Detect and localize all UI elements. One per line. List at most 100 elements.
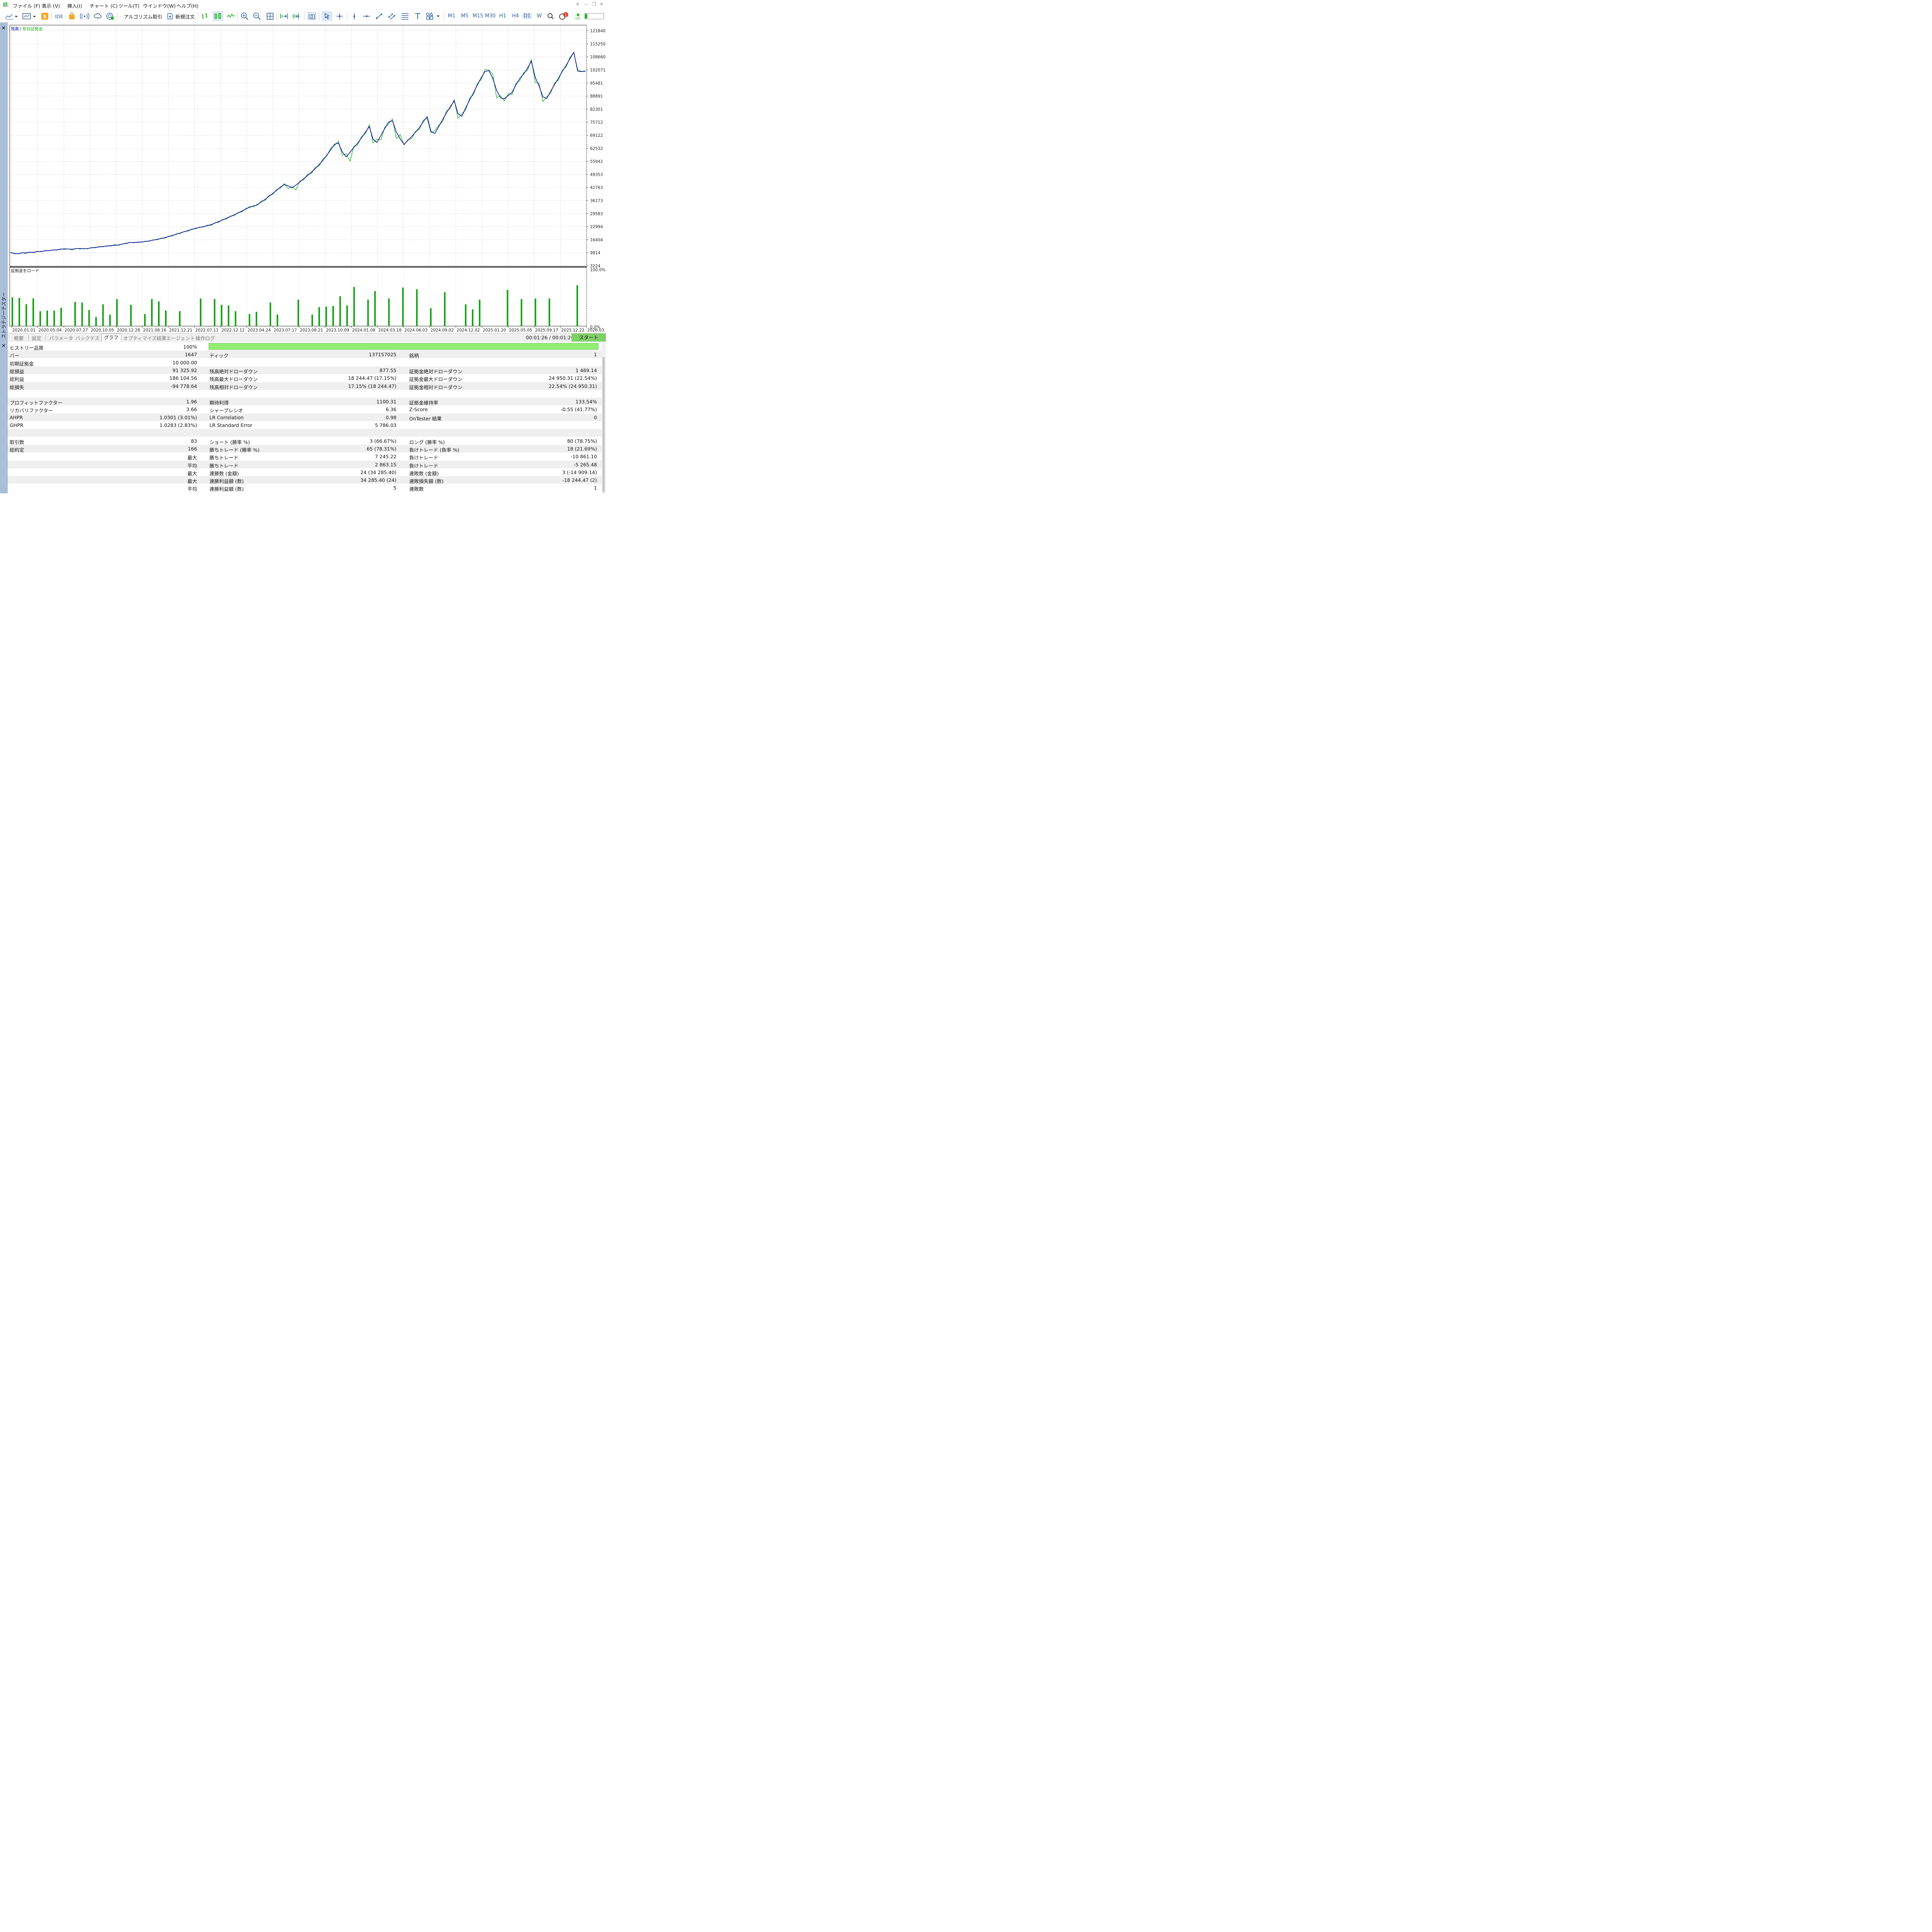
- fibonacci-button[interactable]: [400, 11, 410, 21]
- close-tester-icon[interactable]: ✕: [2, 343, 6, 349]
- margin-load-bar: [130, 304, 132, 326]
- shapes-button[interactable]: [425, 11, 441, 21]
- menu-insert[interactable]: 挿入(I): [67, 2, 82, 9]
- market-button[interactable]: [67, 11, 77, 21]
- results-value: 83: [191, 438, 197, 444]
- results-value: 100%: [183, 344, 197, 350]
- margin-load-bar: [235, 311, 236, 326]
- menu-window[interactable]: ウインドウ(W): [143, 2, 176, 9]
- results-value: 1 469.14: [575, 367, 597, 373]
- timeframe-m30[interactable]: M30: [485, 13, 496, 19]
- unpin-icon[interactable]: ✕: [576, 2, 580, 7]
- results-value: 1.0283 (2.83%): [159, 422, 197, 428]
- tab-settings[interactable]: 設定: [32, 334, 41, 342]
- menu-view[interactable]: 表示 (V): [42, 2, 60, 9]
- margin-load-bar: [12, 297, 13, 326]
- globe-add-icon: [106, 13, 114, 20]
- tab-overview[interactable]: 概要: [14, 334, 24, 342]
- algo-trading-button[interactable]: アルゴリズム取引: [121, 11, 162, 21]
- tab-backtest[interactable]: バックテスト: [75, 334, 104, 342]
- results-label: 連勝利益額 (数): [209, 486, 244, 492]
- margin-load-bar: [179, 311, 181, 326]
- results-scrollbar-thumb[interactable]: [602, 357, 605, 492]
- results-scrollbar[interactable]: [602, 342, 606, 493]
- crosshair-button[interactable]: [335, 11, 345, 21]
- margin-load-bar: [318, 307, 320, 326]
- results-label: バー: [10, 353, 20, 359]
- close-icon[interactable]: ✕: [600, 2, 604, 7]
- vertical-line-button[interactable]: [349, 11, 359, 21]
- screenshot-button[interactable]: [306, 11, 317, 21]
- timeframe-h1[interactable]: H1: [499, 13, 506, 19]
- x-tick-label: 2024.03.18: [378, 328, 401, 333]
- menu-chart[interactable]: チャート (C): [90, 2, 117, 9]
- tab-parameters[interactable]: パラメータ: [49, 334, 73, 342]
- timeframe-h4[interactable]: H4: [512, 13, 519, 19]
- minimize-icon[interactable]: −: [584, 2, 588, 7]
- tab-optimization-results[interactable]: オプティマイズ結果: [123, 334, 166, 342]
- results-row: 最大 連勝利益額 (数) 34 285.40 (24) 連敗損失額 (数) -18 24…: [8, 476, 602, 484]
- zoom-in-button[interactable]: [240, 11, 250, 21]
- cursor-arrow-icon: [325, 13, 330, 19]
- results-row: プロフィットファクター 1.96 期待利得 1100.31 証拠金維持率 133.54%: [8, 398, 602, 406]
- menu-help[interactable]: ヘルプ(H): [177, 2, 199, 9]
- candlestick-button[interactable]: [213, 11, 223, 21]
- tab-graph[interactable]: グラフ: [101, 333, 121, 342]
- tile-windows-button[interactable]: [265, 11, 275, 21]
- chart-type-button[interactable]: [3, 11, 20, 21]
- results-label: 証拠金絶対ドローダウン: [409, 368, 463, 374]
- margin-load-bar: [332, 306, 334, 326]
- vps-button[interactable]: [93, 11, 103, 21]
- cursor-button[interactable]: [321, 11, 332, 21]
- notifications-button[interactable]: 1: [558, 11, 570, 21]
- autoscroll-button[interactable]: [279, 11, 289, 21]
- zoom-out-button[interactable]: [252, 11, 262, 21]
- bar-chart-button[interactable]: [200, 11, 210, 21]
- start-button[interactable]: スタート: [571, 333, 606, 342]
- trading-button[interactable]: $: [40, 11, 49, 21]
- ide-button[interactable]: IDE: [54, 11, 64, 21]
- trendline-button[interactable]: [374, 11, 384, 21]
- signals-button[interactable]: [80, 11, 90, 21]
- margin-load-bar: [402, 287, 404, 326]
- margin-load-bar: [214, 299, 216, 326]
- svg-text:$: $: [43, 14, 46, 20]
- timeframe-w[interactable]: W: [537, 13, 542, 19]
- results-value: 3.66: [186, 406, 197, 413]
- horizontal-line-icon: [363, 15, 370, 17]
- timeframe-d1[interactable]: D1: [522, 13, 532, 19]
- restore-icon[interactable]: ❐: [592, 2, 596, 7]
- margin-load-bar: [465, 304, 467, 326]
- margin-load-max-label: 100.0%: [590, 268, 605, 272]
- search-button[interactable]: [546, 11, 555, 21]
- close-chart-icon[interactable]: ✕: [2, 26, 6, 31]
- margin-load-bar: [269, 302, 271, 326]
- timeframe-m15[interactable]: M15: [473, 13, 483, 19]
- channel-button[interactable]: [387, 11, 397, 21]
- results-value: 0.98: [386, 414, 396, 420]
- results-label: 連勝数 (金額): [209, 470, 239, 476]
- timeframe-m1[interactable]: M1: [448, 13, 456, 19]
- legend-balance: 残高: [11, 26, 19, 31]
- text-button[interactable]: [413, 11, 423, 21]
- menu-tools[interactable]: ツール(T): [118, 2, 139, 9]
- new-order-button[interactable]: 新規注文: [165, 11, 196, 21]
- results-label: 負けトレード (負率 %): [409, 447, 459, 453]
- results-value: 65 (78.31%): [366, 446, 396, 452]
- templates-button[interactable]: [22, 11, 38, 21]
- menu-file[interactable]: ファイル (F): [13, 2, 40, 9]
- timeframe-m5[interactable]: M5: [461, 13, 469, 19]
- line-type-button[interactable]: [226, 11, 236, 21]
- connection-meter-fill: [585, 14, 587, 19]
- results-label: 総利益: [10, 376, 24, 383]
- tab-agents[interactable]: エージェント: [166, 334, 195, 342]
- results-value: -18 244.47 (2): [562, 477, 597, 483]
- community-button[interactable]: [105, 11, 115, 21]
- margin-load-bar: [81, 302, 83, 326]
- margin-load-bar: [19, 298, 20, 326]
- horizontal-line-button[interactable]: [362, 11, 372, 21]
- tab-journal[interactable]: 操作ログ: [196, 334, 215, 342]
- chart-shift-button[interactable]: [292, 11, 302, 21]
- results-label: 連勝利益額 (数): [209, 478, 244, 485]
- margin-load-bar: [116, 299, 118, 326]
